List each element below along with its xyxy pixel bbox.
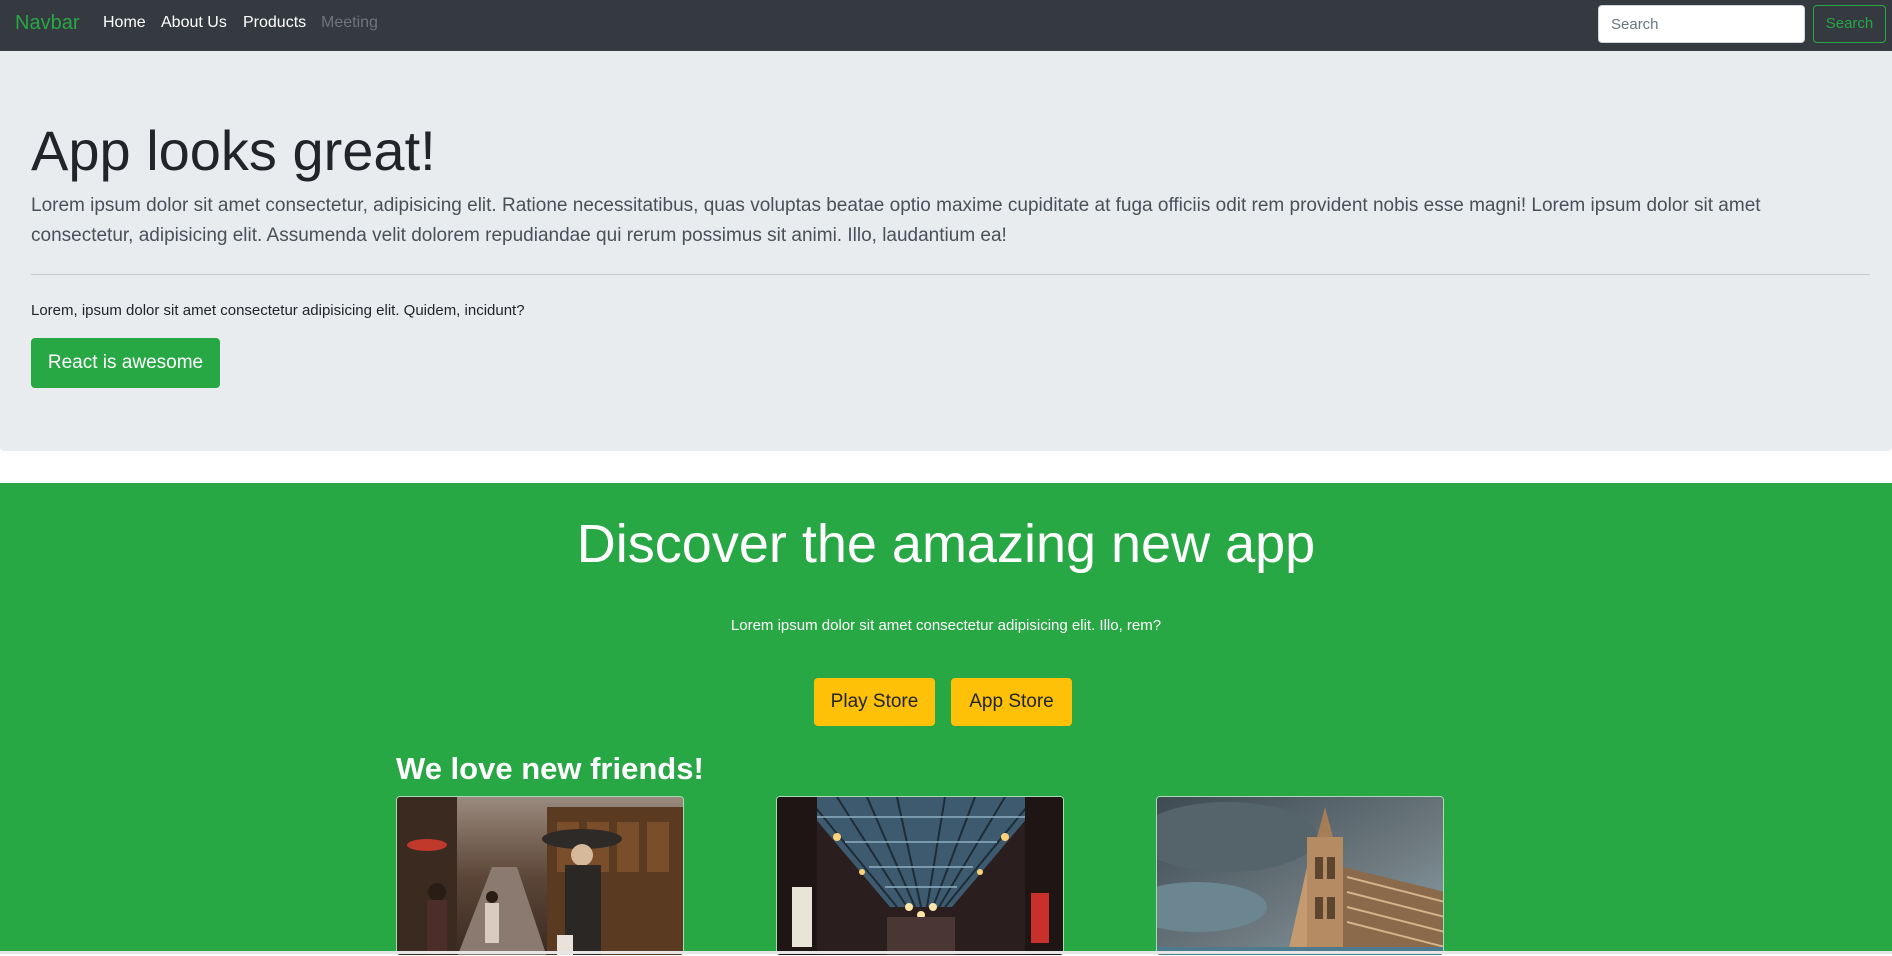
navbar-brand[interactable]: Navbar — [15, 12, 79, 35]
jumbotron: App looks great! Lorem ipsum dolor sit a… — [0, 51, 1892, 451]
divider — [31, 274, 1870, 275]
arcade-photo-image — [777, 797, 1063, 955]
nav-link-meeting: Meeting — [321, 14, 378, 31]
friends-title: We love new friends! — [396, 751, 704, 786]
nav-link-about-us[interactable]: About Us — [161, 14, 227, 32]
jumbotron-text: Lorem, ipsum dolor sit amet consectetur … — [31, 302, 525, 319]
discover-section: Discover the amazing new app Lorem ipsum… — [0, 483, 1892, 956]
play-store-button[interactable]: Play Store — [814, 678, 935, 726]
card-street[interactable] — [396, 796, 684, 956]
navbar: Navbar Home About Us Products Meeting Se… — [0, 0, 1892, 51]
app-store-button[interactable]: App Store — [951, 678, 1072, 726]
card-arcade[interactable] — [776, 796, 1064, 956]
nav-link-products[interactable]: Products — [243, 14, 306, 32]
card-cathedral[interactable] — [1156, 796, 1444, 956]
jumbotron-lead: Lorem ipsum dolor sit amet consectetur, … — [31, 195, 1761, 246]
react-is-awesome-button[interactable]: React is awesome — [31, 338, 220, 388]
discover-text: Lorem ipsum dolor sit amet consectetur a… — [730, 617, 1162, 634]
street-photo-image — [397, 797, 683, 955]
jumbotron-title: App looks great! — [31, 119, 436, 182]
discover-title: Discover the amazing new app — [576, 514, 1316, 574]
search-input[interactable] — [1598, 5, 1805, 43]
nav-link-home[interactable]: Home — [103, 14, 146, 32]
search-button[interactable]: Search — [1813, 5, 1886, 43]
cathedral-photo-image — [1157, 797, 1443, 955]
